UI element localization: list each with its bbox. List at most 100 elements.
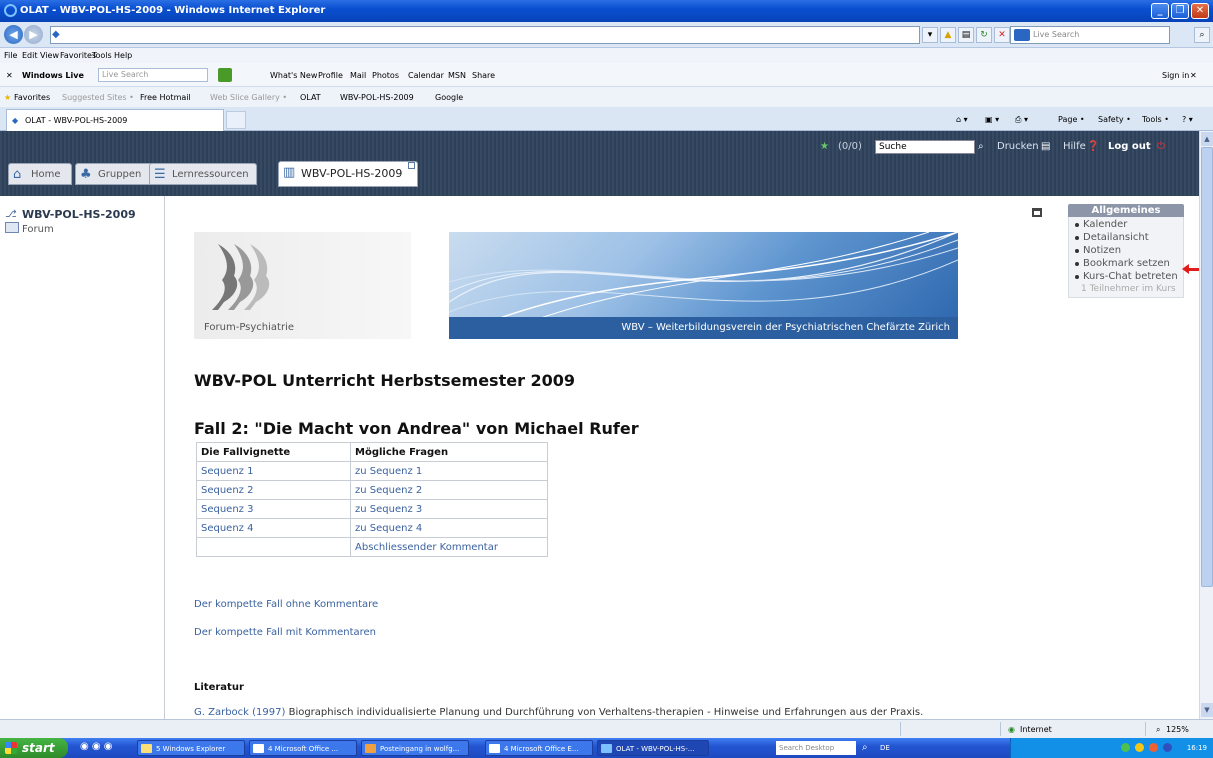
favorites-star-icon: ★ [4, 93, 12, 102]
forward-button[interactable]: ▶ [24, 25, 43, 44]
tray-icon[interactable] [1121, 743, 1130, 752]
close-live-icon[interactable]: ✕ [1190, 71, 1197, 80]
url-input[interactable] [50, 26, 920, 44]
link-share[interactable]: Share [472, 71, 495, 80]
nav-course-root[interactable]: WBV-POL-HS-2009 [22, 208, 136, 221]
fav-web-slice-gallery[interactable]: Web Slice Gallery • [210, 93, 287, 102]
desktop-search-icon[interactable]: ⌕ [862, 742, 868, 753]
help-link[interactable]: Hilfe [1063, 141, 1086, 152]
tab-home[interactable]: ⌂ Home [8, 163, 72, 185]
final-comment-link[interactable]: Abschliessender Kommentar [350, 537, 548, 557]
address-dropdown-button[interactable]: ▾ [922, 27, 938, 43]
toolbox-bookmark[interactable]: Bookmark setzen [1075, 258, 1183, 271]
toolbox-kalender[interactable]: Kalender [1075, 219, 1183, 232]
back-button[interactable]: ◀ [4, 25, 23, 44]
print-view-icon[interactable] [1032, 208, 1042, 217]
question-link[interactable]: zu Sequenz 1 [350, 461, 548, 481]
fav-olat[interactable]: OLAT [300, 93, 321, 102]
toolbox-notizen[interactable]: Notizen [1075, 245, 1183, 258]
search-button[interactable]: ⌕ [1194, 27, 1210, 43]
tray-icon[interactable] [1135, 743, 1144, 752]
fav-suggested-sites[interactable]: Suggested Sites • [62, 93, 134, 102]
fav-wbv-pol[interactable]: WBV-POL-HS-2009 [340, 93, 414, 102]
link-msn[interactable]: MSN [448, 71, 466, 80]
stop-button[interactable]: ✕ [994, 27, 1010, 43]
compatibility-icon[interactable]: ▤ [958, 27, 974, 43]
question-link[interactable]: zu Sequenz 2 [350, 480, 548, 500]
toolbox-chat[interactable]: Kurs-Chat betreten [1075, 271, 1183, 284]
sequence-link[interactable]: Sequenz 2 [196, 480, 351, 500]
quick-launch-icons[interactable]: ◉ ◉ ◉ [80, 741, 113, 752]
tab-gruppen[interactable]: ♣ Gruppen [75, 163, 153, 185]
taskbar-item[interactable]: 5 Windows Explorer [137, 740, 245, 756]
menu-favorites[interactable]: Favorites [60, 51, 96, 60]
taskbar-item-active[interactable]: OLAT - WBV-POL-HS-... [597, 740, 709, 756]
close-toolbar-icon[interactable]: ✕ [6, 71, 13, 80]
scroll-thumb[interactable] [1201, 147, 1213, 587]
maximize-button[interactable]: ❐ [1171, 3, 1189, 19]
fav-free-hotmail[interactable]: Free Hotmail [140, 93, 191, 102]
live-search-input[interactable]: Live Search [1010, 26, 1170, 44]
literature-author-link[interactable]: G. Zarbock (1997) [194, 707, 285, 718]
star-icon[interactable]: ★ [820, 141, 829, 152]
tab-lernressourcen[interactable]: ☰ Lernressourcen [149, 163, 257, 185]
ie-tab[interactable]: ◆ OLAT - WBV-POL-HS-2009 [6, 109, 224, 131]
toolbox-detailansicht[interactable]: Detailansicht [1075, 232, 1183, 245]
taskbar-item[interactable]: Posteingang in wolfg... [361, 740, 469, 756]
link-calendar[interactable]: Calendar [408, 71, 444, 80]
tools-menu[interactable]: Tools • [1142, 115, 1169, 124]
question-link[interactable]: zu Sequenz 3 [350, 499, 548, 519]
tray-icon[interactable] [1163, 743, 1172, 752]
toolbar-search-input[interactable]: Live Search [98, 68, 208, 82]
vertical-scrollbar[interactable]: ▲ ▼ [1199, 131, 1213, 719]
nav-forum[interactable]: Forum [22, 224, 54, 235]
lock-icon[interactable]: ▲ [940, 27, 956, 43]
feeds-icon[interactable]: ▣ ▾ [985, 115, 999, 124]
case-without-comments-link[interactable]: Der kompette Fall ohne Kommentare [194, 599, 378, 610]
tray-icon[interactable] [1149, 743, 1158, 752]
close-tab-icon[interactable] [408, 162, 415, 169]
tab-course[interactable]: ▥ WBV-POL-HS-2009 [278, 161, 418, 187]
case-with-comments-link[interactable]: Der kompette Fall mit Kommentaren [194, 627, 376, 638]
sequence-link[interactable]: Sequenz 3 [196, 499, 351, 519]
page-menu[interactable]: Page • [1058, 115, 1085, 124]
safety-menu[interactable]: Safety • [1098, 115, 1131, 124]
menu-edit[interactable]: Edit [22, 51, 38, 60]
logout-link[interactable]: Log out [1108, 141, 1151, 152]
question-link[interactable]: zu Sequenz 4 [350, 518, 548, 538]
olat-search-input[interactable]: Suche [875, 140, 975, 154]
zoom-icon[interactable]: ⌕ [1156, 725, 1160, 735]
menu-help[interactable]: Help [114, 51, 132, 60]
desktop-search-input[interactable]: Search Desktop [776, 741, 856, 755]
toolbar-search-button[interactable] [218, 68, 232, 82]
new-tab-button[interactable] [226, 111, 246, 129]
sequence-link[interactable]: Sequenz 1 [196, 461, 351, 481]
menu-file[interactable]: File [4, 51, 17, 60]
help-icon[interactable]: ? ▾ [1182, 115, 1193, 124]
start-button[interactable]: start [0, 738, 68, 758]
minimize-button[interactable]: _ [1151, 3, 1169, 19]
search-icon[interactable]: ⌕ [978, 141, 984, 152]
sign-in-link[interactable]: Sign in [1162, 71, 1189, 80]
scroll-down-button[interactable]: ▼ [1201, 703, 1213, 717]
link-profile[interactable]: Profile [318, 71, 343, 80]
close-button[interactable]: ✕ [1191, 3, 1209, 19]
link-mail[interactable]: Mail [350, 71, 366, 80]
scroll-up-button[interactable]: ▲ [1201, 132, 1213, 146]
language-indicator[interactable]: DE [880, 744, 890, 752]
print-icon[interactable]: ⎙ ▾ [1015, 115, 1028, 125]
link-whats-new[interactable]: What's New [270, 71, 317, 80]
menu-view[interactable]: View [40, 51, 59, 60]
windows-live-brand[interactable]: Windows Live [22, 71, 84, 80]
zoom-level[interactable]: 125% [1166, 725, 1189, 734]
refresh-button[interactable]: ↻ [976, 27, 992, 43]
favorites-button[interactable]: Favorites [14, 93, 50, 102]
fav-google[interactable]: Google [435, 93, 463, 102]
taskbar-item[interactable]: 4 Microsoft Office ... [249, 740, 357, 756]
menu-tools[interactable]: Tools [92, 51, 112, 60]
sequence-link[interactable]: Sequenz 4 [196, 518, 351, 538]
home-icon[interactable]: ⌂ ▾ [956, 115, 968, 124]
link-photos[interactable]: Photos [372, 71, 399, 80]
print-link[interactable]: Drucken [997, 141, 1039, 152]
taskbar-item[interactable]: 4 Microsoft Office E... [485, 740, 593, 756]
